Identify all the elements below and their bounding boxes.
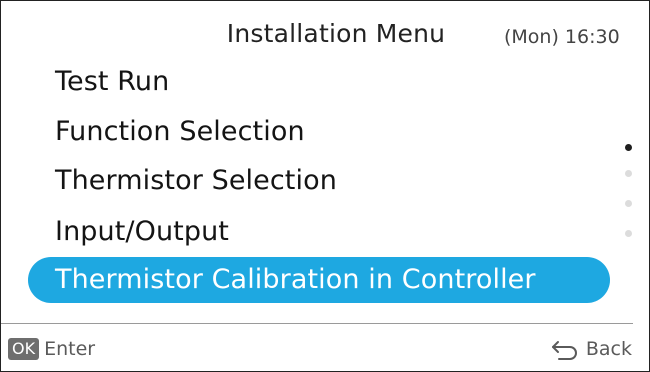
enter-hint[interactable]: OK Enter [8,338,95,360]
back-arrow-icon [551,341,577,360]
ok-key-badge: OK [8,338,40,360]
page-dot-active [625,144,632,151]
menu-list: Test Run Function Selection Thermistor S… [1,1,649,321]
page-indicator [621,141,637,241]
back-label: Back [585,338,632,360]
installation-menu-screen: Installation Menu (Mon) 16:30 Test Run F… [0,0,650,372]
enter-label: Enter [44,338,96,360]
back-button[interactable]: Back [550,337,632,361]
menu-item-thermistor-selection[interactable]: Thermistor Selection [28,158,610,204]
menu-item-function-selection[interactable]: Function Selection [28,109,610,155]
footer-divider [1,323,633,324]
menu-item-test-run[interactable]: Test Run [28,59,610,105]
menu-item-input-output[interactable]: Input/Output [28,209,610,255]
menu-item-thermistor-calibration[interactable]: Thermistor Calibration in Controller [28,257,610,303]
page-dot [625,170,632,177]
page-dot [625,200,632,207]
page-dot [625,230,632,237]
